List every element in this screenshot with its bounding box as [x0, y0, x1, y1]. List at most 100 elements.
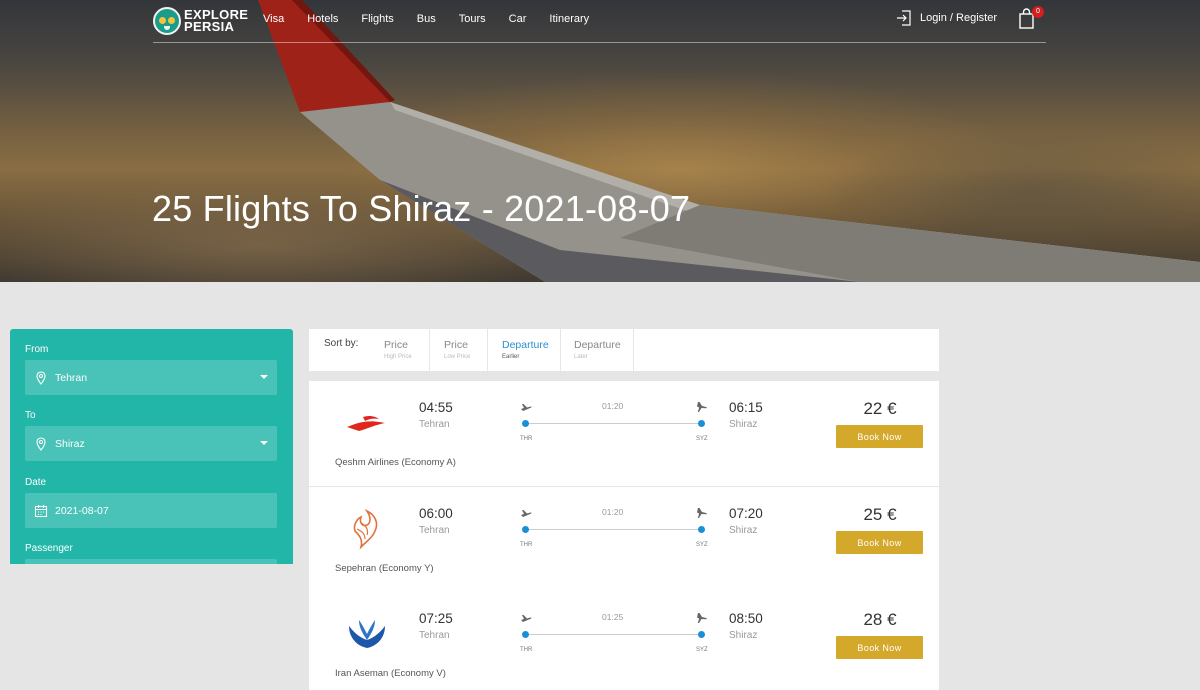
passenger-field[interactable] [25, 559, 277, 564]
book-now-button[interactable]: Book Now [836, 636, 923, 659]
destination-dot [698, 420, 705, 427]
destination-code: SYZ [696, 542, 708, 548]
sort-label: Sort by: [324, 338, 359, 349]
flight-price: 22 € [863, 399, 897, 418]
sort-option-sub: Low Price [444, 354, 471, 360]
airline-name: Qeshm Airlines (Economy A) [335, 457, 456, 468]
login-label: Login / Register [919, 12, 997, 24]
sort-price-high[interactable]: Price High Price [384, 329, 430, 371]
sort-departure-later[interactable]: Departure Later [561, 329, 634, 371]
from-select[interactable]: Tehran [25, 360, 277, 395]
flight-price: 25 € [863, 505, 897, 524]
arrival-time: 08:50 [729, 611, 763, 626]
top-navbar: EXPLORE PERSIA Visa Hotels Flights Bus T… [153, 0, 1046, 43]
page-title: 25 Flights To Shiraz - 2021-08-07 [152, 188, 691, 229]
flight-result-card: Sepehran (Economy Y) 06:00 Tehran 01:20 … [309, 487, 939, 592]
takeoff-icon [521, 510, 532, 517]
destination-dot [698, 631, 705, 638]
cart-count-badge: 0 [1032, 6, 1044, 18]
sort-option-title: Departure [574, 339, 621, 351]
book-now-button[interactable]: Book Now [836, 425, 923, 448]
location-pin-icon [36, 370, 46, 385]
airline-name: Sepehran (Economy Y) [335, 563, 434, 574]
arrival-time: 07:20 [729, 506, 763, 521]
airline-name: Iran Aseman (Economy V) [335, 668, 446, 679]
date-label: Date [25, 477, 47, 488]
calendar-icon [34, 504, 48, 517]
flight-duration: 01:20 [602, 401, 624, 411]
departure-city: Tehran [419, 525, 450, 536]
landing-icon [697, 402, 707, 412]
origin-dot [522, 420, 529, 427]
sort-option-sub: High Price [384, 354, 412, 360]
qeshm-logo-icon [347, 415, 385, 431]
sort-option-sub: Later [574, 354, 588, 360]
to-select[interactable]: Shiraz [25, 426, 277, 461]
iran-aseman-logo-icon [349, 620, 385, 648]
departure-time: 07:25 [419, 611, 453, 626]
date-field[interactable]: 2021-08-07 [25, 493, 277, 528]
departure-time: 06:00 [419, 506, 453, 521]
flight-duration: 01:25 [602, 612, 624, 622]
nav-itinerary[interactable]: Itinerary [549, 13, 589, 25]
login-register-link[interactable]: Login / Register [896, 10, 997, 26]
sort-option-title: Departure [502, 339, 549, 351]
sort-bar: Sort by: Price High Price Price Low Pric… [309, 329, 939, 371]
departure-city: Tehran [419, 419, 450, 430]
route-line [525, 423, 701, 424]
flight-price: 28 € [863, 610, 897, 629]
main-menu: Visa Hotels Flights Bus Tours Car Itiner… [263, 13, 612, 25]
takeoff-icon [521, 615, 532, 622]
origin-dot [522, 526, 529, 533]
arrival-city: Shiraz [729, 525, 758, 536]
origin-code: THR [520, 436, 533, 442]
nav-visa[interactable]: Visa [263, 13, 284, 25]
landing-icon [697, 508, 707, 518]
flight-search-form: From Tehran To Shiraz Date 2021-08-07 Pa… [10, 329, 293, 564]
to-label: To [25, 410, 36, 421]
book-now-button[interactable]: Book Now [836, 531, 923, 554]
brand-name: EXPLORE PERSIA [184, 8, 248, 34]
nav-hotels[interactable]: Hotels [307, 13, 338, 25]
destination-code: SYZ [696, 436, 708, 442]
arrival-city: Shiraz [729, 630, 758, 641]
flight-result-card: Qeshm Airlines (Economy A) 04:55 Tehran … [309, 381, 939, 486]
departure-city: Tehran [419, 630, 450, 641]
from-label: From [25, 344, 49, 355]
destination-code: SYZ [696, 647, 708, 653]
location-pin-icon [36, 436, 46, 451]
nav-flights[interactable]: Flights [361, 13, 393, 25]
to-value: Shiraz [55, 437, 85, 450]
nav-bus[interactable]: Bus [417, 13, 436, 25]
chevron-down-icon [260, 375, 268, 379]
brand-logo[interactable]: EXPLORE PERSIA [153, 6, 248, 36]
landing-icon [697, 613, 707, 623]
brand-line2: PERSIA [184, 19, 235, 34]
date-value: 2021-08-07 [55, 504, 109, 517]
origin-code: THR [520, 542, 533, 548]
sort-departure-earlier[interactable]: Departure Earlier [488, 329, 561, 371]
departure-time: 04:55 [419, 400, 453, 415]
from-value: Tehran [55, 371, 88, 384]
nav-tours[interactable]: Tours [459, 13, 486, 25]
sort-price-low[interactable]: Price Low Price [430, 329, 488, 371]
destination-dot [698, 526, 705, 533]
passenger-label: Passenger [25, 543, 73, 554]
arrival-city: Shiraz [729, 419, 758, 430]
route-line [525, 634, 701, 635]
sign-in-icon [896, 10, 911, 26]
chevron-down-icon [260, 441, 268, 445]
sort-option-sub: Earlier [502, 354, 520, 360]
sort-option-title: Price [384, 339, 408, 351]
flight-result-card: Iran Aseman (Economy V) 07:25 Tehran 01:… [309, 592, 939, 690]
origin-code: THR [520, 647, 533, 653]
cart-button[interactable]: 0 [1018, 6, 1044, 30]
sepehran-logo-icon [353, 508, 378, 550]
takeoff-icon [521, 404, 532, 411]
nav-car[interactable]: Car [509, 13, 527, 25]
owl-logo-icon [153, 7, 181, 35]
route-line [525, 529, 701, 530]
sort-option-title: Price [444, 339, 468, 351]
arrival-time: 06:15 [729, 400, 763, 415]
flight-duration: 01:20 [602, 507, 624, 517]
